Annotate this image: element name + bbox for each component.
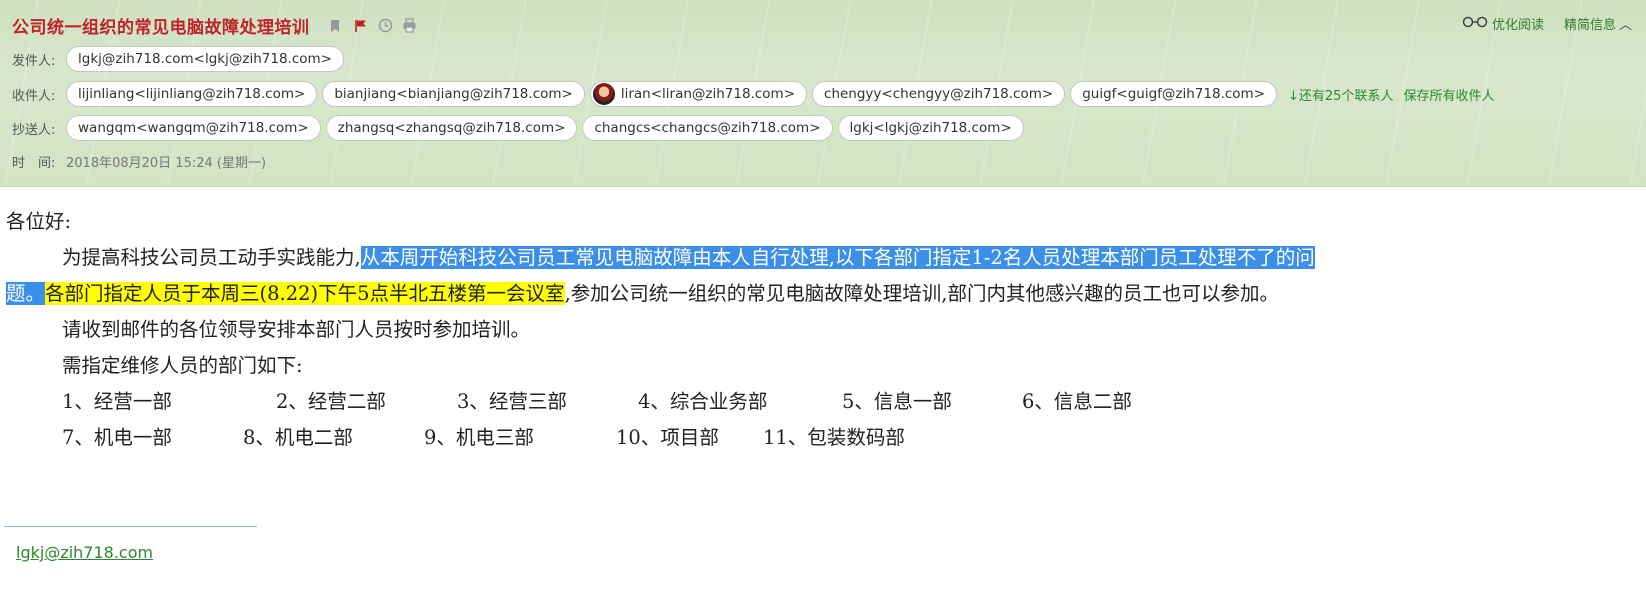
time-label: 时 间:	[12, 156, 56, 171]
clock-icon[interactable]	[378, 18, 392, 33]
dept-item: 5、信息一部	[842, 390, 952, 413]
recipient-chip[interactable]: guigf<guigf@zih718.com>	[1070, 81, 1278, 107]
recipient-chip[interactable]: lijinliang<lijinliang@zih718.com>	[66, 81, 318, 107]
cc-row: 抄送人: wangqm<wangqm@zih718.com> zhangsq<z…	[12, 115, 1029, 141]
title-row: 公司统一组织的常见电脑故障处理培训	[12, 12, 416, 38]
more-contacts-link[interactable]: ↓还有25个联系人	[1288, 85, 1393, 104]
email-subject: 公司统一组织的常见电脑故障处理培训	[12, 17, 310, 38]
to-label: 收件人:	[12, 88, 56, 104]
paragraph-1-line-1: 为提高科技公司员工动手实践能力,从本周开始科技公司员工常见电脑故障由本人自行处理…	[6, 240, 1636, 276]
highlighted-text: 各部门指定人员于本周三(8.22)下午5点半北五楼第一会议室	[45, 282, 565, 305]
from-label: 发件人:	[12, 53, 56, 69]
sender-chip[interactable]: lgkj@zih718.com<lgkj@zih718.com>	[66, 46, 344, 72]
dept-item: 3、经营三部	[457, 390, 567, 413]
to-row: 收件人: lijinliang<lijinliang@zih718.com> b…	[12, 81, 1494, 107]
cc-chip[interactable]: zhangsq<zhangsq@zih718.com>	[325, 115, 578, 141]
paragraph-3: 需指定维修人员的部门如下:	[62, 354, 303, 377]
dept-item: 11、包装数码部	[763, 426, 905, 449]
signature-divider	[4, 526, 257, 527]
signature-email-link[interactable]: lgkj@zih718.com	[16, 543, 153, 562]
dept-item: 4、综合业务部	[638, 390, 768, 413]
recipient-chip[interactable]: bianjiang<bianjiang@zih718.com>	[322, 81, 585, 107]
email-body: 各位好: 为提高科技公司员工动手实践能力,从本周开始科技公司员工常见电脑故障由本…	[6, 204, 1636, 456]
greeting: 各位好:	[6, 210, 72, 233]
cc-chip[interactable]: changcs<changcs@zih718.com>	[582, 115, 833, 141]
paragraph-text: 为提高科技公司员工动手实践能力,	[62, 246, 361, 269]
cc-label: 抄送人:	[12, 122, 56, 138]
bookmark-icon[interactable]	[328, 18, 342, 32]
flag-icon[interactable]	[354, 18, 368, 32]
header-tools: 优化阅读 精简信息 ︿	[1462, 14, 1632, 33]
paragraph-1-line-2: 题。各部门指定人员于本周三(8.22)下午5点半北五楼第一会议室,参加公司统一组…	[6, 276, 1636, 312]
recipient-chip[interactable]: liran<liran@zih718.com>	[589, 81, 808, 107]
sent-time: 2018年08月20日 15:24 (星期一)	[66, 156, 267, 171]
from-row: 发件人: lgkj@zih718.com<lgkj@zih718.com>	[12, 46, 349, 72]
avatar	[592, 83, 615, 105]
glasses-icon[interactable]	[1462, 16, 1488, 32]
selected-text: 从本周开始科技公司员工常见电脑故障由本人自行处理,以下各部门指定1-2名人员处理…	[360, 246, 1315, 269]
selected-text: 题。	[6, 282, 46, 305]
email-header: 公司统一组织的常见电脑故障处理培训 优化阅读 精简信息 ︿ 发件人: lgkj@…	[0, 0, 1646, 187]
recipient-chip[interactable]: chengyy<chengyy@zih718.com>	[812, 81, 1066, 107]
dept-item: 7、机电一部	[62, 426, 172, 449]
dept-item: 1、经营一部	[62, 390, 172, 413]
paragraph-2: 请收到邮件的各位领导安排本部门人员按时参加培训。	[62, 318, 531, 341]
print-icon[interactable]	[402, 18, 416, 33]
cc-chip[interactable]: wangqm<wangqm@zih718.com>	[66, 115, 321, 141]
cc-chip[interactable]: lgkj<lgkj@zih718.com>	[837, 115, 1024, 141]
save-all-recipients-link[interactable]: 保存所有收件人	[1403, 85, 1494, 104]
time-row: 时 间: 2018年08月20日 15:24 (星期一)	[12, 152, 266, 171]
dept-item: 2、经营二部	[276, 390, 386, 413]
dept-item: 9、机电三部	[424, 426, 534, 449]
paragraph-text: ,参加公司统一组织的常见电脑故障处理培训,部门内其他感兴趣的员工也可以参加。	[564, 282, 1279, 305]
dept-row-1: 1、经营一部 2、经营二部 3、经营三部 4、综合业务部 5、信息一部 6、信息二部	[6, 384, 1636, 420]
concise-info-link[interactable]: 精简信息	[1564, 14, 1616, 33]
dept-item: 8、机电二部	[243, 426, 353, 449]
dept-item: 10、项目部	[616, 426, 719, 449]
chevron-up-icon[interactable]: ︿	[1619, 14, 1632, 33]
dept-row-2: 7、机电一部 8、机电二部 9、机电三部 10、项目部 11、包装数码部	[6, 420, 1636, 456]
recipient-chip-label: liran<liran@zih718.com>	[620, 86, 796, 102]
optimize-read-link[interactable]: 优化阅读	[1492, 14, 1544, 33]
dept-item: 6、信息二部	[1022, 390, 1132, 413]
